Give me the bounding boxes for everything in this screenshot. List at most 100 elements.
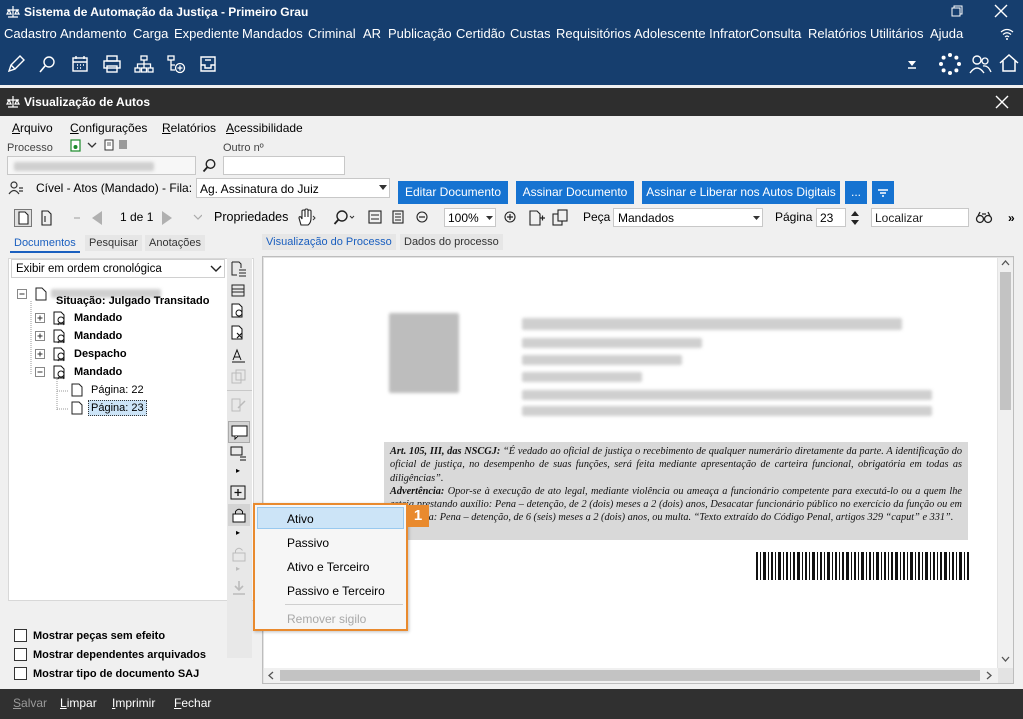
- queue-select[interactable]: Ag. Assinatura do Juiz: [196, 178, 390, 198]
- clear-button[interactable]: Limpar: [60, 696, 97, 710]
- fit-page-icon[interactable]: [391, 210, 405, 224]
- dropdown-arrow-icon[interactable]: [906, 58, 918, 70]
- users-icon[interactable]: [968, 52, 992, 76]
- menu-configuracoes[interactable]: Configurações: [70, 121, 147, 135]
- scrollbar-thumb[interactable]: [1000, 272, 1011, 410]
- expand-toggle-icon[interactable]: [35, 349, 45, 359]
- scroll-left-icon[interactable]: [268, 671, 274, 680]
- vertical-scrollbar[interactable]: [998, 258, 1013, 668]
- tree-page-22[interactable]: Página: 22: [91, 384, 144, 396]
- sign-document-icon[interactable]: [230, 346, 247, 363]
- properties-button[interactable]: Propriedades: [214, 210, 288, 224]
- menu-item-passivo-terceiro[interactable]: Passivo e Terceiro: [287, 584, 385, 598]
- sort-select[interactable]: Exibir em ordem cronológica: [11, 259, 225, 278]
- option-tipo-documento-saj[interactable]: Mostrar tipo de documento SAJ: [14, 666, 199, 681]
- save-button[interactable]: Salvar: [13, 696, 47, 710]
- add-box-icon[interactable]: [230, 484, 247, 501]
- previous-page-icon[interactable]: [90, 210, 104, 226]
- binoculars-icon[interactable]: [975, 210, 993, 224]
- document-view-toggle[interactable]: [14, 209, 32, 227]
- scrollbar-thumb[interactable]: [280, 670, 980, 681]
- inbox-icon[interactable]: [198, 54, 218, 74]
- fit-width-icon[interactable]: [368, 210, 382, 224]
- calendar-icon[interactable]: [70, 54, 90, 74]
- chevron-down-icon[interactable]: [87, 141, 97, 149]
- restore-window-icon[interactable]: [950, 4, 964, 18]
- hand-tool-icon[interactable]: [296, 208, 316, 226]
- menu-certidao[interactable]: Certidão: [456, 26, 505, 41]
- zoom-out-icon[interactable]: [416, 211, 428, 223]
- expand-toggle-icon[interactable]: [35, 313, 45, 323]
- peca-select[interactable]: Mandados: [613, 208, 763, 227]
- checkbox[interactable]: [14, 629, 27, 643]
- print-button[interactable]: Imprimir: [112, 696, 155, 710]
- expand-arrow-icon[interactable]: ▸: [236, 466, 240, 475]
- printer-icon[interactable]: [102, 54, 122, 74]
- menu-arquivo[interactable]: Arquivo: [12, 121, 53, 135]
- menu-item-passivo[interactable]: Passivo: [287, 536, 329, 550]
- tab-documentos[interactable]: Documentos: [10, 235, 80, 253]
- tab-visualizacao[interactable]: Visualização do Processo: [262, 234, 396, 250]
- tree-node-mandado[interactable]: Mandado: [74, 312, 122, 324]
- close-button[interactable]: Fechar: [174, 696, 211, 710]
- sign-and-release-button[interactable]: Assinar e Liberar nos Autos Digitais: [642, 181, 840, 204]
- processo-input[interactable]: [7, 156, 196, 175]
- scroll-up-icon[interactable]: [1001, 260, 1010, 266]
- sign-document-button[interactable]: Assinar Documento: [516, 181, 634, 204]
- menu-item-ativo-terceiro[interactable]: Ativo e Terceiro: [287, 560, 369, 574]
- menu-item-ativo[interactable]: Ativo: [287, 512, 314, 526]
- checkbox[interactable]: [14, 667, 27, 681]
- page-spinner-icon[interactable]: [850, 208, 860, 228]
- list-view-icon[interactable]: [230, 260, 247, 277]
- add-page-icon[interactable]: [528, 209, 546, 227]
- collapse-toggle-icon[interactable]: [35, 367, 45, 377]
- zoom-in-icon[interactable]: [504, 211, 516, 223]
- hierarchy-icon[interactable]: [134, 54, 154, 74]
- menu-publicacao[interactable]: Publicação: [388, 26, 452, 41]
- close-app-icon[interactable]: [994, 4, 1008, 18]
- menu-criminal[interactable]: Criminal: [308, 26, 356, 41]
- menu-adolescente-infrator[interactable]: Adolescente Infrator: [634, 26, 750, 41]
- menu-custas[interactable]: Custas: [510, 26, 550, 41]
- scroll-down-icon[interactable]: [1001, 656, 1010, 662]
- outro-numero-input[interactable]: [223, 156, 345, 175]
- menu-utilitarios[interactable]: Utilitários: [870, 26, 923, 41]
- tab-dados-processo[interactable]: Dados do processo: [400, 234, 503, 250]
- menu-acessibilidade[interactable]: Acessibilidade: [226, 121, 303, 135]
- menu-ajuda[interactable]: Ajuda: [930, 26, 963, 41]
- lock-tool-button[interactable]: [228, 504, 250, 526]
- tree-node-mandado[interactable]: Mandado: [74, 366, 122, 378]
- menu-andamento[interactable]: Andamento: [60, 26, 127, 41]
- menu-ar[interactable]: AR: [363, 26, 381, 41]
- comment-tool-button[interactable]: [228, 421, 250, 443]
- menu-relatorios-window[interactable]: Relatórios: [162, 121, 216, 135]
- tab-pesquisar[interactable]: Pesquisar: [85, 235, 142, 251]
- menu-requisitorios[interactable]: Requisitórios: [556, 26, 631, 41]
- menu-carga[interactable]: Carga: [133, 26, 168, 41]
- close-window-icon[interactable]: [995, 95, 1009, 109]
- horizontal-scrollbar[interactable]: [264, 668, 998, 683]
- edit-pencil-icon[interactable]: [6, 54, 26, 74]
- split-view-icon[interactable]: [40, 210, 54, 226]
- stack-icon[interactable]: [231, 282, 246, 298]
- home-icon[interactable]: [998, 52, 1020, 74]
- collapse-toggle-icon[interactable]: [17, 289, 27, 299]
- note-icon[interactable]: [104, 139, 114, 151]
- menu-mandados[interactable]: Mandados: [242, 26, 303, 41]
- scroll-right-icon[interactable]: [986, 671, 992, 680]
- expand-toggle-icon[interactable]: [35, 331, 45, 341]
- add-hierarchy-icon[interactable]: [166, 54, 186, 74]
- tree-node-despacho[interactable]: Despacho: [74, 348, 127, 360]
- last-page-icon[interactable]: [192, 213, 202, 223]
- copy-page-icon[interactable]: [551, 209, 569, 227]
- first-page-icon[interactable]: [72, 213, 82, 223]
- option-pecas-sem-efeito[interactable]: Mostrar peças sem efeito: [14, 628, 165, 643]
- filter-button[interactable]: [872, 181, 894, 204]
- overflow-chevron-icon[interactable]: »: [1008, 211, 1015, 225]
- search-document-icon[interactable]: [38, 54, 58, 74]
- search-icon[interactable]: [202, 158, 217, 173]
- menu-expediente[interactable]: Expediente: [174, 26, 239, 41]
- option-dependentes-arquivados[interactable]: Mostrar dependentes arquivados: [14, 647, 206, 662]
- menu-cadastro[interactable]: Cadastro: [4, 26, 57, 41]
- menu-relatorios[interactable]: Relatórios: [808, 26, 867, 41]
